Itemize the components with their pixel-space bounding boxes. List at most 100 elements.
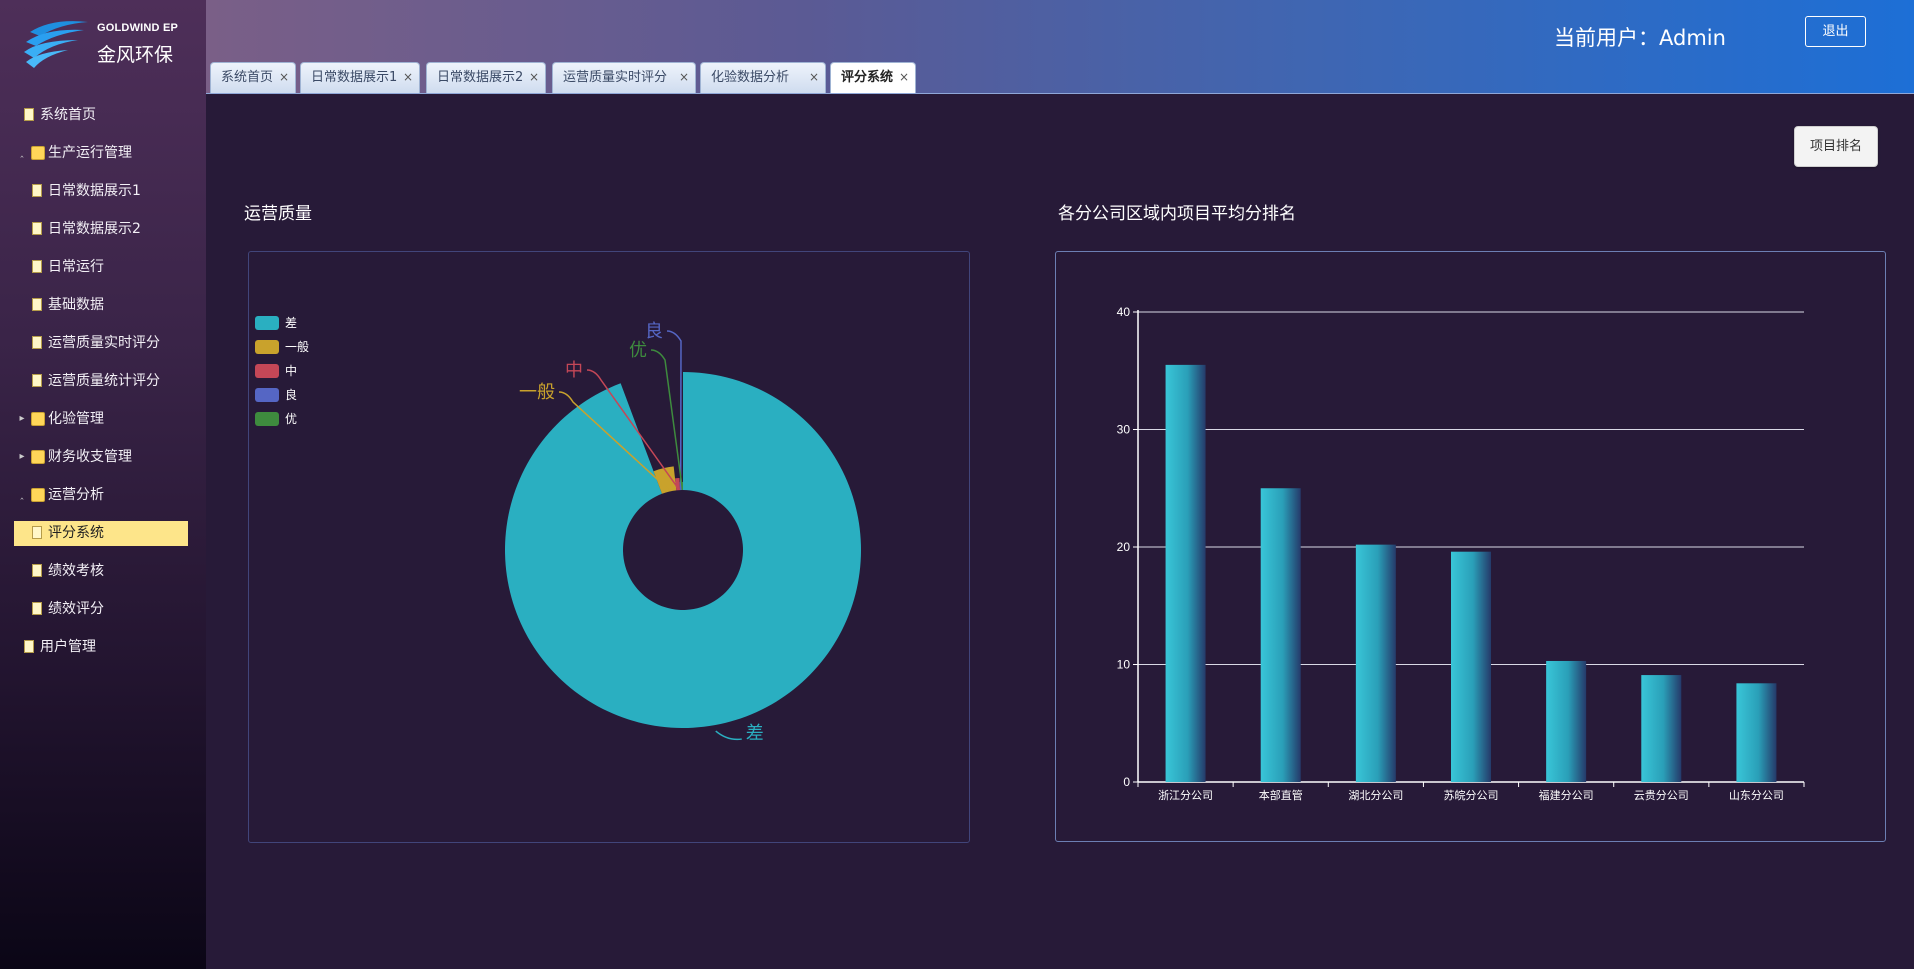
bar[interactable]: [1546, 660, 1587, 782]
sidebar-item-label: 用户管理: [40, 639, 96, 655]
close-icon[interactable]: ×: [529, 63, 539, 92]
sidebar-item[interactable]: 用户管理: [0, 628, 206, 666]
sidebar-item[interactable]: 绩效评分: [0, 590, 206, 628]
folder-icon: [31, 412, 45, 426]
pie-slice-label: 优: [629, 340, 647, 361]
expand-toggle-icon[interactable]: ▸: [17, 438, 27, 476]
sidebar-item[interactable]: ‸ 运营分析: [0, 476, 206, 514]
legend-item[interactable]: 良: [255, 387, 297, 402]
x-tick-label: 湖北分公司: [1348, 789, 1403, 802]
sidebar-item-label: 日常运行: [48, 259, 104, 275]
close-icon[interactable]: ×: [279, 63, 289, 92]
tab-label: 系统首页: [221, 70, 274, 85]
file-icon: [32, 260, 42, 273]
x-tick-label: 福建分公司: [1539, 788, 1594, 802]
sidebar-item[interactable]: 评分系统: [0, 514, 206, 552]
sidebar-item-label: 生产运行管理: [48, 145, 132, 161]
folder-icon: [31, 146, 45, 160]
sidebar-item-label: 评分系统: [48, 525, 104, 541]
sidebar-item[interactable]: ▸ 化验管理: [0, 400, 206, 438]
legend-swatch: [255, 340, 279, 354]
close-icon[interactable]: ×: [899, 63, 909, 92]
logout-button[interactable]: 退出: [1805, 16, 1866, 47]
x-tick-label: 本部直管: [1259, 788, 1303, 802]
sidebar-item[interactable]: 运营质量实时评分: [0, 324, 206, 362]
close-icon[interactable]: ×: [679, 63, 689, 92]
sidebar-item[interactable]: 日常运行: [0, 248, 206, 286]
expand-toggle-icon[interactable]: ▸: [17, 400, 27, 438]
tab[interactable]: 化验数据分析 ×: [700, 62, 826, 93]
tab-label: 日常数据展示1: [311, 70, 398, 85]
legend-label: 良: [285, 387, 297, 402]
sidebar-item-label: 运营质量实时评分: [48, 335, 160, 351]
goldwind-logo-icon: [24, 21, 88, 68]
tab-label: 评分系统: [841, 70, 894, 85]
legend-label: 差: [285, 316, 297, 330]
file-icon: [32, 222, 42, 235]
legend-label: 一般: [285, 339, 309, 354]
sidebar-item-label: 日常数据展示2: [48, 221, 141, 237]
file-icon: [32, 298, 42, 311]
legend-swatch: [255, 316, 279, 330]
file-icon: [32, 184, 42, 197]
sidebar-item-label: 运营分析: [48, 487, 104, 503]
file-icon: [32, 526, 42, 539]
y-tick-label: 40: [1117, 305, 1131, 319]
bar[interactable]: [1641, 675, 1682, 782]
legend-item[interactable]: 优: [255, 412, 297, 426]
left-section-title: 运营质量: [244, 204, 312, 224]
sidebar-item-label: 绩效评分: [48, 601, 104, 617]
close-icon[interactable]: ×: [809, 63, 819, 92]
legend-item[interactable]: 差: [255, 316, 297, 330]
bar[interactable]: [1736, 683, 1777, 782]
y-tick-label: 20: [1117, 540, 1131, 554]
pie-slice-label: 差: [746, 723, 764, 744]
tab[interactable]: 评分系统 ×: [830, 62, 916, 93]
sidebar-item-label: 系统首页: [40, 107, 96, 123]
sidebar-item[interactable]: 系统首页: [0, 96, 206, 134]
legend-item[interactable]: 中: [255, 363, 297, 378]
sidebar-item[interactable]: 运营质量统计评分: [0, 362, 206, 400]
brand-name-cn: 金风环保: [97, 44, 174, 66]
tab-label: 化验数据分析: [711, 70, 790, 85]
legend-item[interactable]: 一般: [255, 339, 309, 354]
bar[interactable]: [1355, 544, 1396, 782]
bar[interactable]: [1451, 551, 1491, 782]
x-tick-label: 云贵分公司: [1634, 789, 1689, 802]
file-icon: [24, 640, 34, 653]
close-icon[interactable]: ×: [403, 63, 413, 92]
quality-pie-chart: 差一般中良优差一般中良优: [255, 316, 861, 744]
collapse-toggle-icon[interactable]: ‸: [17, 476, 27, 514]
tab[interactable]: 系统首页 ×: [210, 62, 296, 93]
label-line: [650, 349, 683, 489]
pie-slice-label: 良: [645, 321, 663, 342]
sidebar-item[interactable]: 绩效考核: [0, 552, 206, 590]
sidebar-item[interactable]: 日常数据展示2: [0, 210, 206, 248]
pie-slice[interactable]: [505, 372, 861, 728]
brand-logo: GOLDWIND EP 金风环保: [22, 18, 202, 78]
sidebar-item-label: 运营质量统计评分: [48, 373, 160, 389]
label-line: [715, 730, 742, 741]
sidebar-item-label: 基础数据: [48, 297, 104, 313]
file-icon: [32, 564, 42, 577]
sidebar-item[interactable]: ▸ 财务收支管理: [0, 438, 206, 476]
current-user: 当前用户：Admin: [1554, 26, 1726, 50]
tab[interactable]: 运营质量实时评分 ×: [552, 62, 696, 93]
x-tick-label: 苏皖分公司: [1444, 788, 1499, 802]
x-tick-label: 山东分公司: [1729, 789, 1784, 802]
y-tick-label: 0: [1123, 775, 1130, 789]
collapse-toggle-icon[interactable]: ‸: [17, 134, 27, 172]
sidebar-item[interactable]: 日常数据展示1: [0, 172, 206, 210]
sidebar-item-label: 化验管理: [48, 411, 104, 427]
sidebar-item-label: 绩效考核: [48, 563, 104, 579]
bar[interactable]: [1260, 488, 1301, 782]
sidebar-item[interactable]: 基础数据: [0, 286, 206, 324]
tab[interactable]: 日常数据展示2 ×: [426, 62, 546, 93]
file-icon: [32, 602, 42, 615]
sidebar-item[interactable]: ‸ 生产运行管理: [0, 134, 206, 172]
folder-icon: [31, 450, 45, 464]
tab[interactable]: 日常数据展示1 ×: [300, 62, 420, 93]
legend-label: 中: [285, 363, 297, 378]
project-ranking-button[interactable]: 项目排名: [1794, 126, 1878, 167]
bar[interactable]: [1165, 364, 1206, 782]
